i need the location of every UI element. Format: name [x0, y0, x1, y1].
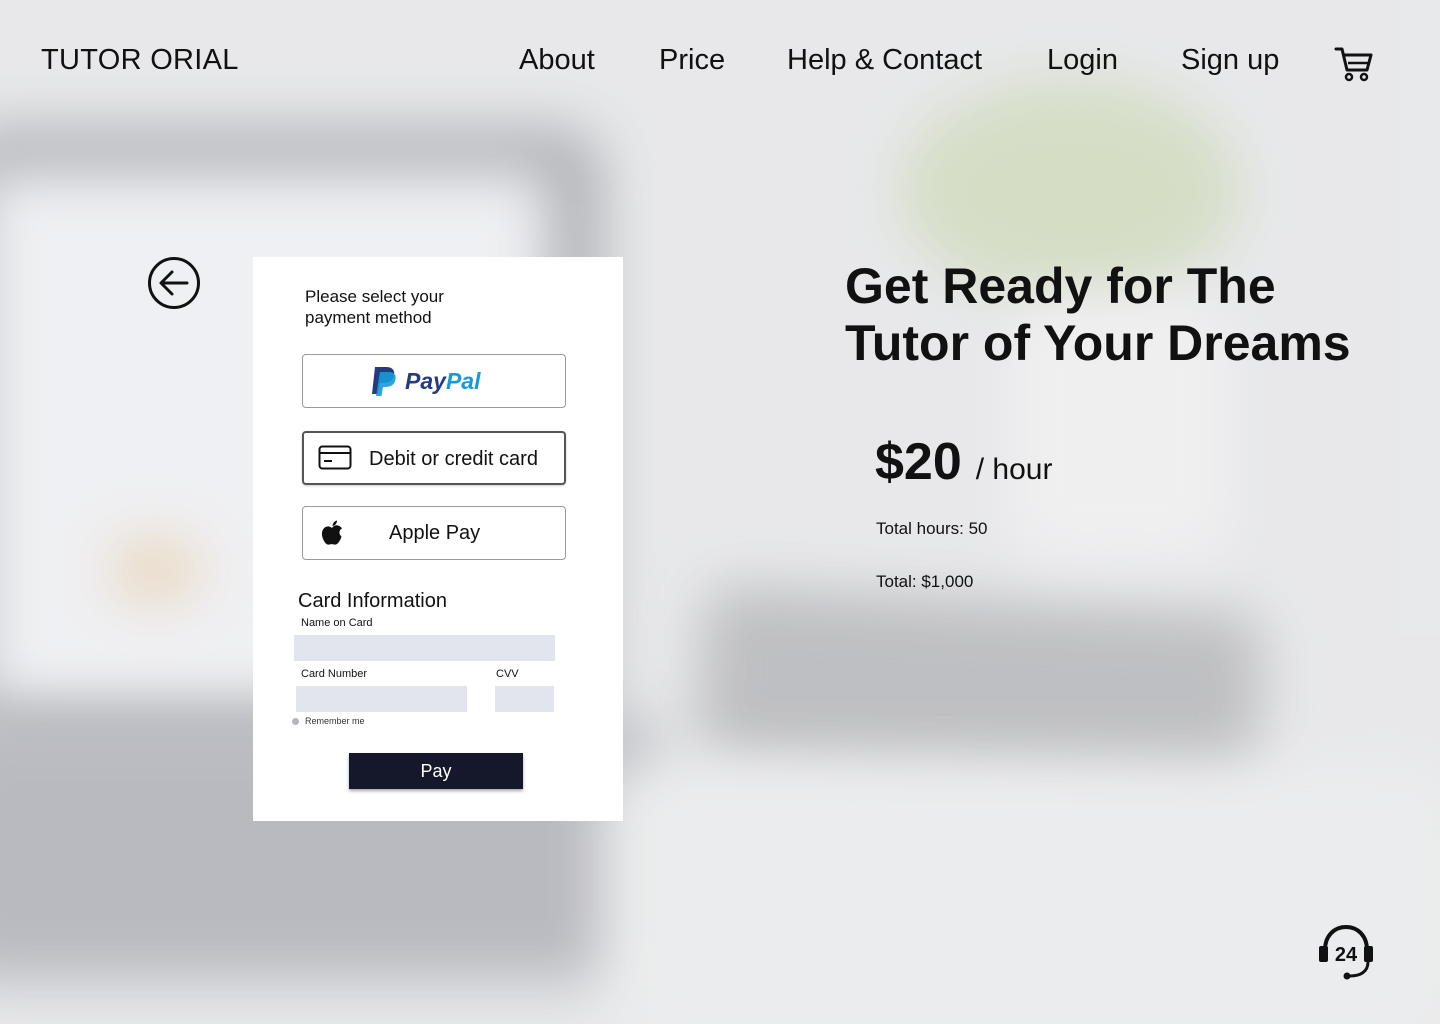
debit-credit-card-option-button[interactable]: Debit or credit card [302, 431, 566, 485]
card-information-title: Card Information [298, 590, 447, 612]
apple-pay-label: Apple Pay [389, 522, 481, 544]
cvv-input[interactable] [495, 686, 554, 712]
nav-help-contact[interactable]: Help & Contact [787, 44, 982, 77]
price-amount: $20 [875, 433, 962, 491]
apple-pay-option-button[interactable]: Apple Pay [302, 506, 566, 560]
support-24-icon[interactable]: 24 [1316, 922, 1376, 982]
price-display: $20 / hour [875, 432, 1052, 492]
total-hours-text: Total hours: 50 [876, 519, 988, 538]
paypal-word-pay: Pay [405, 367, 446, 394]
paypal-p-icon [372, 367, 396, 396]
remember-me-label: Remember me [305, 716, 365, 726]
svg-text:24: 24 [1335, 944, 1358, 966]
pay-button[interactable]: Pay [349, 753, 523, 789]
total-amount-text: Total: $1,000 [876, 572, 974, 591]
price-unit: / hour [975, 453, 1053, 486]
back-arrow-icon[interactable] [147, 256, 201, 310]
payment-method-title: Please select your payment method [305, 287, 444, 327]
paypal-logo: PayPal [371, 364, 480, 398]
apple-logo-icon [321, 520, 342, 545]
nav-sign-up[interactable]: Sign up [1181, 44, 1279, 77]
background-image [0, 0, 1440, 1024]
nav-about[interactable]: About [519, 44, 595, 77]
name-on-card-label: Name on Card [301, 617, 373, 629]
card-number-label: Card Number [301, 668, 368, 680]
paypal-option-button[interactable]: PayPal [302, 354, 566, 408]
name-on-card-input[interactable] [294, 635, 555, 661]
nav-price[interactable]: Price [659, 44, 725, 77]
card-option-label: Debit or credit card [369, 448, 538, 470]
card-number-input[interactable] [296, 686, 467, 712]
top-nav: TUTOR ORIAL About Price Help & Contact L… [0, 0, 1440, 120]
nav-login[interactable]: Login [1047, 44, 1118, 77]
remember-me-radio-dot[interactable] [292, 717, 299, 725]
site-logo[interactable]: TUTOR ORIAL [41, 44, 239, 77]
credit-card-icon [318, 445, 352, 470]
remember-me-checkbox[interactable]: Remember me [292, 716, 365, 726]
shopping-cart-icon[interactable] [1334, 44, 1374, 84]
cvv-label: CVV [496, 668, 519, 680]
page-headline: Get Ready for The Tutor of Your Dreams [845, 258, 1351, 371]
paypal-word-pal: Pal [445, 367, 481, 394]
payment-panel: Please select your payment method PayPal… [253, 257, 623, 821]
